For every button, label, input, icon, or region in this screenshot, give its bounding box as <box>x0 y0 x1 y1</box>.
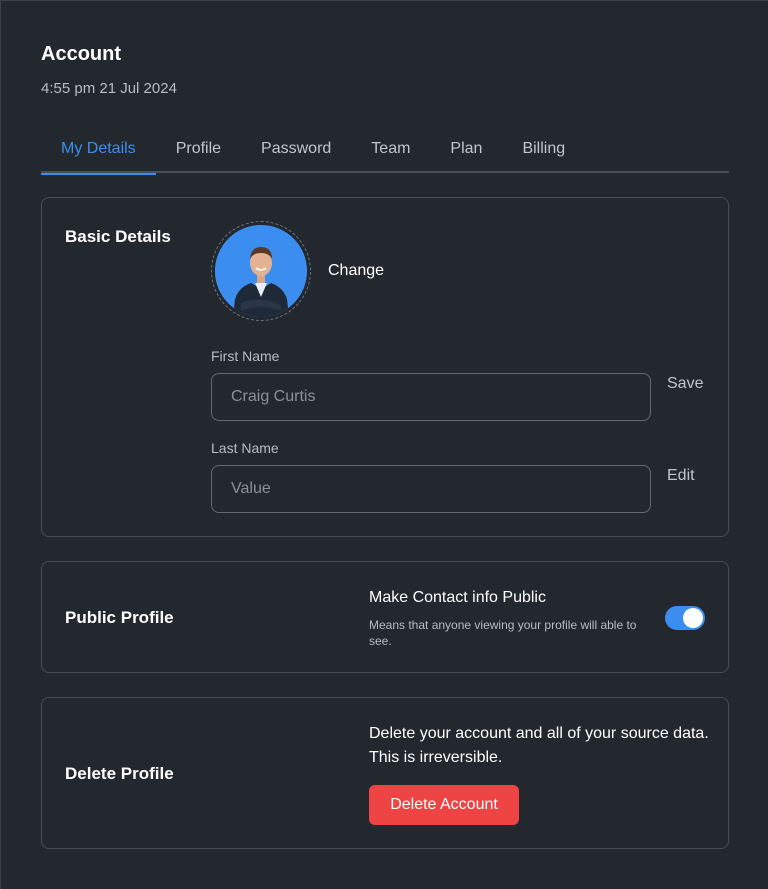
delete-profile-card: Delete Profile Delete your account and a… <box>41 697 729 849</box>
save-button[interactable]: Save <box>667 375 703 393</box>
tab-my-details[interactable]: My Details <box>41 131 156 175</box>
contact-info-toggle-title: Make Contact info Public <box>369 589 546 606</box>
change-avatar-link[interactable]: Change <box>328 262 384 280</box>
avatar[interactable] <box>211 221 311 321</box>
user-photo-icon <box>215 225 307 317</box>
delete-account-button[interactable]: Delete Account <box>369 785 519 825</box>
contact-info-toggle[interactable] <box>665 606 705 630</box>
public-profile-title: Public Profile <box>65 608 174 627</box>
tab-billing[interactable]: Billing <box>502 131 585 173</box>
timestamp: 4:55 pm 21 Jul 2024 <box>41 80 177 97</box>
last-name-field[interactable] <box>211 465 651 513</box>
delete-profile-title: Delete Profile <box>65 764 174 783</box>
first-name-label: First Name <box>211 348 280 364</box>
page-title: Account <box>41 43 121 65</box>
basic-details-card: Basic Details Change First Name Craig Cu… <box>41 197 729 537</box>
basic-details-title: Basic Details <box>65 227 171 246</box>
toggle-knob <box>683 608 703 628</box>
account-page: Account 4:55 pm 21 Jul 2024 My Details P… <box>0 0 768 889</box>
edit-button[interactable]: Edit <box>667 467 695 485</box>
tab-bar: My Details Profile Password Team Plan Bi… <box>41 131 729 175</box>
first-name-field[interactable] <box>211 373 651 421</box>
tab-password[interactable]: Password <box>241 131 351 173</box>
delete-profile-description: Delete your account and all of your sour… <box>369 725 709 766</box>
tab-team[interactable]: Team <box>351 131 430 173</box>
last-name-label: Last Name <box>211 440 279 456</box>
contact-info-toggle-description: Means that anyone viewing your profile w… <box>369 618 637 648</box>
tab-profile[interactable]: Profile <box>156 131 241 173</box>
tab-plan[interactable]: Plan <box>430 131 502 173</box>
profile-picture <box>215 225 307 317</box>
public-profile-card: Public Profile Make Contact info Public … <box>41 561 729 673</box>
